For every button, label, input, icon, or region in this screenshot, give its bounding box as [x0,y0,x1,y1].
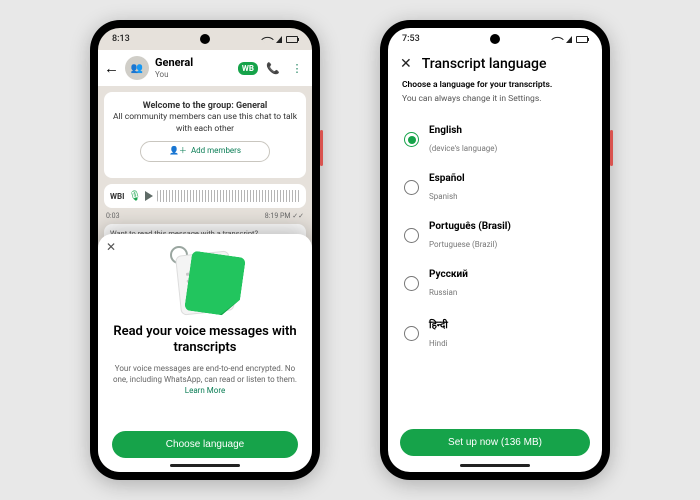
choose-language-button[interactable]: Choose language [112,431,298,458]
status-time: 7:53 [402,34,420,44]
sheet-illustration [112,248,298,318]
language-option[interactable]: English (device's language) [394,116,596,164]
add-members-label: Add members [191,146,241,157]
subtitle-text: You can always change it in Settings. [402,94,541,104]
page-subtitle: Choose a language for your transcripts. … [388,80,602,106]
language-name: Español [429,173,465,184]
chat-title: General [155,57,232,68]
signal-icon [566,36,572,43]
setup-now-button[interactable]: Set up now (136 MB) [400,429,590,456]
learn-more-link[interactable]: Learn More [185,386,225,395]
wifi-icon [551,33,564,46]
language-sub: Russian [429,288,457,297]
voice-time: 8:19 PM [265,212,291,220]
camera-notch [200,34,210,44]
language-option[interactable]: Русский Russian [394,260,596,308]
voice-ticks: ✓✓ [292,212,304,220]
radio-icon[interactable] [404,276,419,291]
radio-icon[interactable] [404,180,419,195]
home-indicator[interactable] [460,464,530,467]
language-sub: Portuguese (Brazil) [429,240,497,249]
group-avatar[interactable]: 👥 [125,56,149,80]
wifi-icon [261,33,274,46]
welcome-body: All community members can use this chat … [113,112,297,133]
language-name: हिन्दी [429,317,448,331]
language-list: English (device's language) Español Spanish… [388,106,602,369]
voice-elapsed: 0:03 [106,212,120,220]
screen-right: 7:53 ✕ Transcript language Choose a lang… [388,28,602,472]
voice-footer: 0:03 8:19 PM ✓✓ [104,212,306,220]
sheet-heading: Read your voice messages with transcript… [112,324,298,357]
signal-icon [276,36,282,43]
green-fold-icon [184,251,246,318]
language-option[interactable]: हिन्दी Hindi [394,308,596,359]
voice-message[interactable]: WBI 🎙 [104,184,306,208]
camera-notch [490,34,500,44]
chat-title-block[interactable]: General You [155,57,232,79]
welcome-title: Welcome to the group: General [143,101,268,111]
language-sub: (device's language) [429,144,497,153]
add-person-icon: 👤＋ [169,146,187,157]
transcript-sheet: ✕ Read your voice messages with transcri… [98,234,312,472]
screen-left: 8:13 ← 👥 General You WB 📞 ⋮ Welcome to t… [98,28,312,472]
call-icon[interactable]: 📞 [264,59,282,77]
language-option[interactable]: Español Spanish [394,164,596,212]
home-indicator[interactable] [170,464,240,467]
page-header: ✕ Transcript language [388,50,602,80]
back-icon[interactable]: ← [104,59,119,77]
add-members-button[interactable]: 👤＋ Add members [140,141,270,162]
voice-sender: WBI [110,192,124,201]
more-icon[interactable]: ⋮ [288,59,306,77]
radio-icon[interactable] [404,228,419,243]
language-option[interactable]: Português (Brasil) Portuguese (Brazil) [394,212,596,260]
radio-icon[interactable] [404,326,419,341]
radio-icon[interactable] [404,132,419,147]
community-badge[interactable]: WB [238,62,258,75]
language-sub: Spanish [429,192,458,201]
page-title: Transcript language [422,56,547,72]
subtitle-bold: Choose a language for your transcripts. [402,80,588,92]
chat-header: ← 👥 General You WB 📞 ⋮ [98,50,312,86]
chat-subtitle: You [155,70,169,79]
waveform[interactable] [157,190,300,202]
battery-icon [576,36,588,43]
language-name: Русский [429,269,468,280]
mic-icon: 🎙 [128,191,141,202]
close-icon[interactable]: ✕ [400,56,412,72]
play-icon[interactable] [145,191,153,201]
phone-right: 7:53 ✕ Transcript language Choose a lang… [380,20,610,480]
language-name: English [429,125,497,136]
language-sub: Hindi [429,339,448,348]
battery-icon [286,36,298,43]
phone-left: 8:13 ← 👥 General You WB 📞 ⋮ Welcome to t… [90,20,320,480]
sheet-body: Your voice messages are end-to-end encry… [112,363,298,432]
status-time: 8:13 [112,34,130,44]
welcome-card: Welcome to the group: General All commun… [104,92,306,178]
language-name: Português (Brasil) [429,221,511,232]
